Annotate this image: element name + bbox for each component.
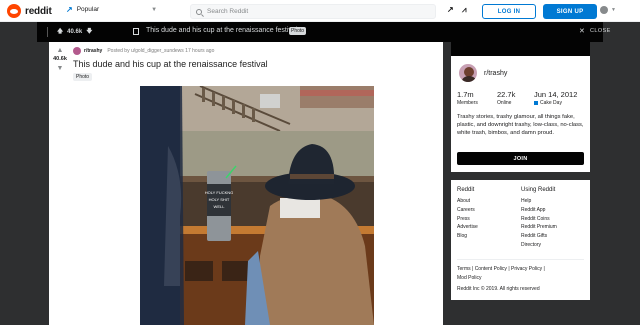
overlay-title: This dude and his cup at the renaissance… [146, 27, 298, 34]
footer-links-card: Reddit About Careers Press Advertise Blo… [451, 180, 590, 300]
reddit-logo[interactable]: reddit [7, 4, 52, 18]
search-icon [196, 8, 202, 15]
overlay-vote: 🡅 40.6k 🡇 [57, 27, 96, 37]
footer-link[interactable]: Directory [521, 241, 557, 250]
footer-link[interactable]: About [457, 197, 478, 206]
post-flair[interactable]: Photo [73, 73, 93, 81]
cake-day-label: Cake Day [540, 100, 562, 106]
upvote-icon[interactable]: 🡅 [57, 27, 63, 37]
divider [47, 27, 48, 37]
svg-text:HOLY SHIT: HOLY SHIT [209, 197, 230, 202]
search-input[interactable]: Search Reddit [190, 4, 436, 19]
close-button[interactable]: CLOSE [590, 28, 611, 34]
footer-link[interactable]: Reddit Gifts [521, 232, 557, 241]
subreddit-link[interactable]: r/trashy [84, 48, 102, 54]
cake-icon [534, 101, 538, 105]
vote-column: ▲ 40.6k ▼ [49, 42, 71, 73]
legal-line-2[interactable]: Mod Policy [457, 274, 587, 283]
online-value: 22.7k [497, 90, 516, 99]
members-value: 1.7m [457, 90, 474, 99]
community-description: Trashy stories, trashy glamour, all thin… [457, 114, 584, 136]
trending-icon: ↗ [66, 5, 73, 14]
signup-button[interactable]: SIGN UP [543, 4, 597, 19]
overlay-flair[interactable]: Photo [289, 27, 307, 35]
stats-icon[interactable]: ⩘ [462, 5, 467, 15]
footer-link[interactable]: Blog [457, 232, 478, 241]
join-button[interactable]: JOIN [457, 152, 584, 165]
top-header: reddit ↗ Popular ▼ Search Reddit ↗ ⩘ LOG… [0, 0, 640, 22]
feed-selector[interactable]: ↗ Popular ▼ [66, 5, 157, 14]
divider [457, 259, 584, 260]
footer-col-header: Reddit [457, 187, 475, 193]
footer-link[interactable]: Press [457, 215, 478, 224]
trending-icon[interactable]: ↗ [447, 5, 454, 14]
copyright-text: Reddit Inc © 2019. All rights reserved [457, 286, 540, 292]
members-stat: 1.7m Members [457, 90, 478, 106]
post-score: 40.6k [53, 56, 67, 62]
user-menu[interactable]: ▼ [600, 6, 616, 14]
cake-day-value: Jun 14, 2012 [534, 90, 578, 99]
feed-label: Popular [76, 6, 100, 13]
footer-col-header: Using Reddit [521, 187, 556, 193]
user-icon [600, 6, 608, 14]
post-card: ▲ 40.6k ▼ r/trashy Posted by u/gold_digg… [49, 42, 443, 325]
legal-links[interactable]: Terms | Content Policy | Privacy Policy … [457, 265, 587, 283]
cake-day-stat: Jun 14, 2012 Cake Day [534, 90, 577, 106]
footer-link[interactable]: Reddit Coins [521, 215, 557, 224]
overlay-score: 40.6k [67, 29, 83, 35]
posted-by: Posted by u/gold_digger_sundews 17 hours… [107, 48, 215, 54]
footer-col-using-reddit: Using Reddit Help Reddit App Reddit Coin… [521, 187, 557, 250]
downvote-icon[interactable]: ▼ [57, 64, 64, 73]
community-about-card: r/trashy 1.7m Members 22.7k Online Jun 1… [451, 42, 590, 172]
post-meta: r/trashy Posted by u/gold_digger_sundews… [73, 47, 214, 55]
svg-text:HOLY FUCKNG: HOLY FUCKNG [205, 190, 234, 195]
cake-day-row: Cake Day [534, 100, 577, 106]
footer-link[interactable]: Reddit Premium [521, 223, 557, 232]
footer-link[interactable]: Careers [457, 206, 478, 215]
footer-col-reddit: Reddit About Careers Press Advertise Blo… [457, 187, 478, 241]
subreddit-icon[interactable] [73, 47, 81, 55]
upvote-icon[interactable]: ▲ [57, 46, 64, 55]
chevron-down-icon: ▼ [611, 7, 616, 13]
footer-link[interactable]: Reddit App [521, 206, 557, 215]
online-label: Online [497, 100, 512, 106]
members-label: Members [457, 100, 478, 106]
post-image[interactable]: HOLY FUCKNG HOLY SHIT WELL [140, 86, 374, 325]
online-stat: 22.7k Online [497, 90, 515, 106]
community-name[interactable]: r/trashy [484, 70, 507, 77]
logo-text: reddit [25, 5, 52, 17]
post-title: This dude and his cup at the renaissance… [73, 59, 268, 69]
chevron-down-icon: ▼ [151, 6, 158, 13]
svg-text:WELL: WELL [214, 204, 226, 209]
about-header-banner [451, 42, 590, 56]
search-placeholder: Search Reddit [207, 8, 249, 15]
post-overlay-bar: 🡅 40.6k 🡇 This dude and his cup at the r… [37, 22, 610, 42]
close-icon[interactable]: ✕ [579, 27, 585, 35]
community-avatar[interactable] [457, 62, 479, 84]
footer-link[interactable]: Advertise [457, 223, 478, 232]
downvote-icon[interactable]: 🡇 [86, 27, 92, 37]
legal-line-1[interactable]: Terms | Content Policy | Privacy Policy … [457, 265, 587, 274]
login-button[interactable]: LOG IN [482, 4, 536, 19]
post-type-icon [133, 28, 139, 35]
footer-link[interactable]: Help [521, 197, 557, 206]
reddit-alien-icon [7, 4, 21, 18]
